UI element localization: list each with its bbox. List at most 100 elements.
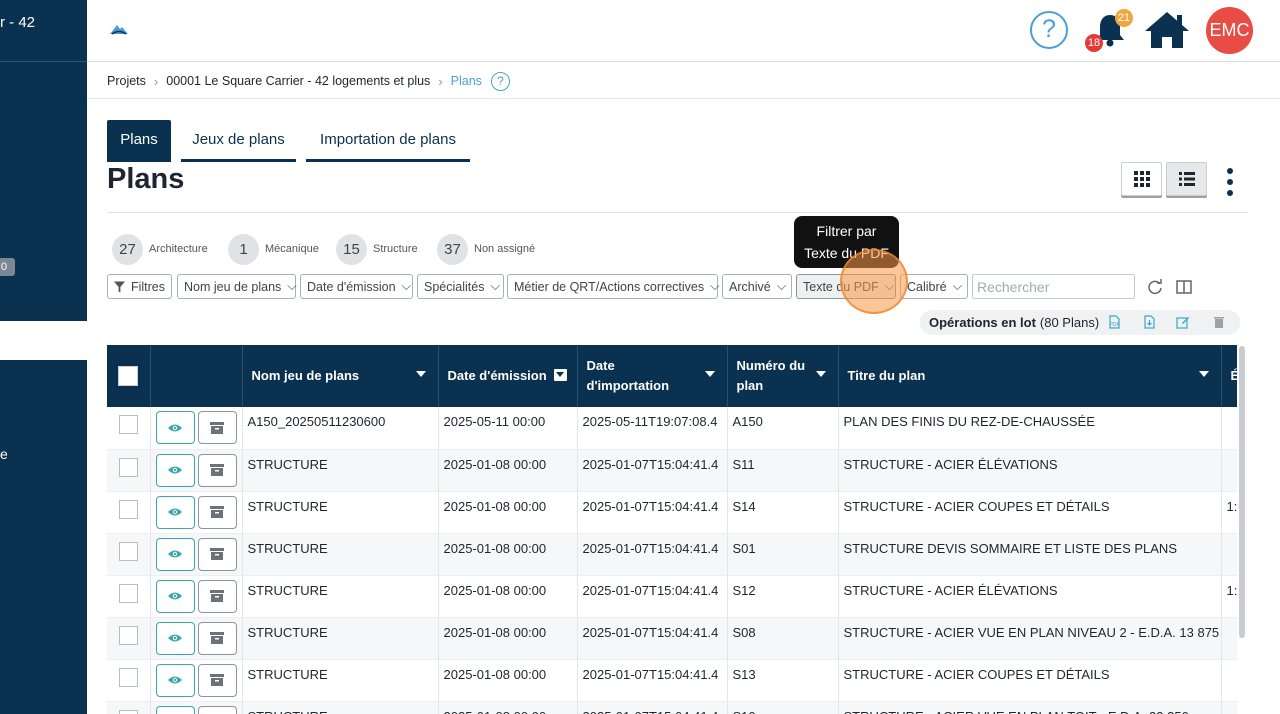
help-icon[interactable]: ? bbox=[1030, 11, 1068, 49]
download-file-icon[interactable] bbox=[1142, 315, 1156, 329]
trash-icon[interactable] bbox=[1212, 315, 1226, 329]
specialty-count: 37 bbox=[437, 233, 468, 265]
cell-import-date: 2025-01-07T15:04:41.4 bbox=[577, 659, 728, 702]
view-plan-button[interactable] bbox=[155, 411, 195, 444]
archive-plan-button[interactable] bbox=[197, 663, 237, 697]
row-select-cell bbox=[107, 659, 151, 702]
tab-plan-import[interactable]: Importation de plans bbox=[306, 120, 470, 162]
table-row[interactable]: STRUCTURE2025-01-08 00:002025-01-07T15:0… bbox=[107, 617, 1237, 660]
sort-caret-icon[interactable] bbox=[704, 371, 715, 377]
row-checkbox[interactable] bbox=[118, 415, 138, 434]
sort-caret-icon[interactable] bbox=[815, 371, 826, 377]
sidebar: r - 42 0 e bbox=[0, 0, 87, 714]
more-options-icon[interactable] bbox=[1222, 167, 1238, 199]
cell-emission-date: 2025-01-08 00:00 bbox=[438, 575, 578, 618]
pdf-export-icon[interactable]: PDF bbox=[1107, 315, 1121, 329]
cell-import-date: 2025-01-07T15:04:41.4 bbox=[577, 701, 728, 714]
home-icon[interactable] bbox=[1143, 10, 1191, 50]
table-row[interactable]: STRUCTURE2025-01-08 00:002025-01-07T15:0… bbox=[107, 659, 1237, 702]
view-plan-button[interactable] bbox=[155, 621, 195, 655]
sort-caret-icon[interactable] bbox=[415, 371, 426, 377]
table-row[interactable]: STRUCTURE2025-01-08 00:002025-01-07T15:0… bbox=[107, 533, 1237, 576]
row-checkbox[interactable] bbox=[118, 709, 138, 714]
search-input[interactable] bbox=[972, 274, 1135, 299]
sidebar-project-title[interactable]: r - 42 bbox=[0, 14, 35, 31]
table-row[interactable]: STRUCTURE2025-01-08 00:002025-01-07T15:0… bbox=[107, 575, 1237, 618]
columns-icon[interactable] bbox=[1175, 278, 1193, 296]
archive-plan-button[interactable] bbox=[197, 495, 237, 529]
view-plan-button[interactable] bbox=[155, 705, 195, 714]
table-row[interactable]: STRUCTURE2025-01-08 00:002025-01-07T15:0… bbox=[107, 701, 1237, 714]
eye-icon bbox=[168, 508, 182, 516]
view-plan-button[interactable] bbox=[155, 663, 195, 697]
row-checkbox[interactable] bbox=[118, 541, 138, 561]
specialty-chip-architecture[interactable]: 27 Architecture bbox=[112, 233, 208, 265]
cell-extra bbox=[1221, 533, 1237, 576]
filter-archived[interactable]: Archivé ⌵ bbox=[722, 274, 792, 299]
refresh-icon[interactable] bbox=[1146, 278, 1164, 296]
filter-label: Calibré bbox=[907, 279, 947, 294]
column-header-import-date[interactable]: Date d'importation bbox=[577, 345, 728, 407]
filters-button[interactable]: Filtres bbox=[107, 274, 172, 299]
view-plan-button[interactable] bbox=[155, 579, 195, 613]
edit-icon[interactable] bbox=[1176, 315, 1190, 329]
sort-caret-icon[interactable] bbox=[1198, 371, 1209, 377]
cell-emission-date: 2025-01-08 00:00 bbox=[438, 533, 578, 576]
archive-plan-button[interactable] bbox=[197, 537, 237, 571]
help-icon[interactable]: ? bbox=[490, 71, 510, 91]
breadcrumb-projects[interactable]: Projets bbox=[107, 74, 146, 88]
select-all-checkbox[interactable] bbox=[118, 366, 139, 386]
sidebar-item-label[interactable]: e bbox=[0, 446, 8, 462]
sidebar-item-active[interactable] bbox=[0, 321, 87, 360]
tab-plans[interactable]: Plans bbox=[107, 120, 171, 162]
view-plan-button[interactable] bbox=[155, 453, 195, 487]
row-checkbox[interactable] bbox=[118, 499, 138, 519]
row-checkbox[interactable] bbox=[118, 667, 138, 687]
archive-icon bbox=[210, 464, 224, 476]
table-row[interactable]: STRUCTURE2025-01-08 00:002025-01-07T15:0… bbox=[107, 449, 1237, 492]
archive-plan-button[interactable] bbox=[197, 411, 237, 444]
filter-qrt-trade[interactable]: Métier de QRT/Actions correctives ⌵ bbox=[507, 274, 720, 299]
archive-plan-button[interactable] bbox=[197, 453, 237, 487]
grid-view-button[interactable] bbox=[1121, 162, 1162, 196]
specialty-chip-mecanique[interactable]: 1 Mécanique bbox=[228, 233, 319, 265]
table-row[interactable]: STRUCTURE2025-01-08 00:002025-01-07T15:0… bbox=[107, 491, 1237, 534]
user-avatar[interactable]: EMC bbox=[1206, 7, 1253, 54]
table-row[interactable]: A150_20250511230600 2025-05-11 00:00 2025-… bbox=[107, 407, 1237, 450]
table-scrollbar[interactable] bbox=[1239, 346, 1245, 638]
cell-emission-date: 2025-01-08 00:00 bbox=[438, 701, 578, 714]
filter-calibrated[interactable]: Calibré ⌵ bbox=[900, 274, 968, 299]
filter-specialties[interactable]: Spécialités ⌵ bbox=[417, 274, 504, 299]
column-header-plan-title[interactable]: Titre du plan bbox=[838, 345, 1222, 407]
column-header-plan-set[interactable]: Nom jeu de plans bbox=[242, 345, 439, 407]
view-plan-button[interactable] bbox=[155, 537, 195, 571]
cell-plan-number: S10 bbox=[727, 701, 839, 714]
row-actions-cell bbox=[150, 575, 243, 618]
app-logo-icon[interactable] bbox=[109, 22, 129, 36]
column-header-extra[interactable]: É bbox=[1221, 345, 1237, 407]
cell-plan-number: S01 bbox=[727, 533, 839, 576]
cell-plan-title: STRUCTURE - ACIER COUPES ET DÉTAILS bbox=[838, 659, 1222, 702]
filter-emission-date[interactable]: Date d'émission ⌵ bbox=[300, 274, 413, 299]
plans-table: Nom jeu de plans Date d'émission Date d'… bbox=[107, 345, 1237, 714]
tab-plan-sets[interactable]: Jeux de plans bbox=[181, 120, 296, 162]
sort-active-icon[interactable] bbox=[553, 369, 567, 381]
specialty-chip-unassigned[interactable]: 37 Non assigné bbox=[437, 233, 535, 265]
archive-plan-button[interactable] bbox=[197, 705, 237, 714]
archive-plan-button[interactable] bbox=[197, 621, 237, 655]
column-header-plan-number[interactable]: Numéro du plan bbox=[727, 345, 839, 407]
row-checkbox[interactable] bbox=[118, 457, 138, 477]
list-view-button[interactable] bbox=[1166, 162, 1207, 196]
row-checkbox[interactable] bbox=[118, 625, 138, 645]
archive-plan-button[interactable] bbox=[197, 579, 237, 613]
page-title: Plans bbox=[107, 163, 185, 195]
cell-plan-number: S08 bbox=[727, 617, 839, 660]
specialty-chip-structure[interactable]: 15 Structure bbox=[336, 233, 418, 265]
eye-icon bbox=[168, 676, 182, 684]
breadcrumb-project[interactable]: 00001 Le Square Carrier - 42 logements e… bbox=[166, 74, 430, 88]
column-header-emission-date[interactable]: Date d'émission bbox=[438, 345, 578, 407]
filter-plan-set[interactable]: Nom jeu de plans ⌵ bbox=[177, 274, 297, 299]
row-checkbox[interactable] bbox=[118, 583, 138, 603]
chevron-down-icon: ⌵ bbox=[287, 279, 297, 293]
view-plan-button[interactable] bbox=[155, 495, 195, 529]
